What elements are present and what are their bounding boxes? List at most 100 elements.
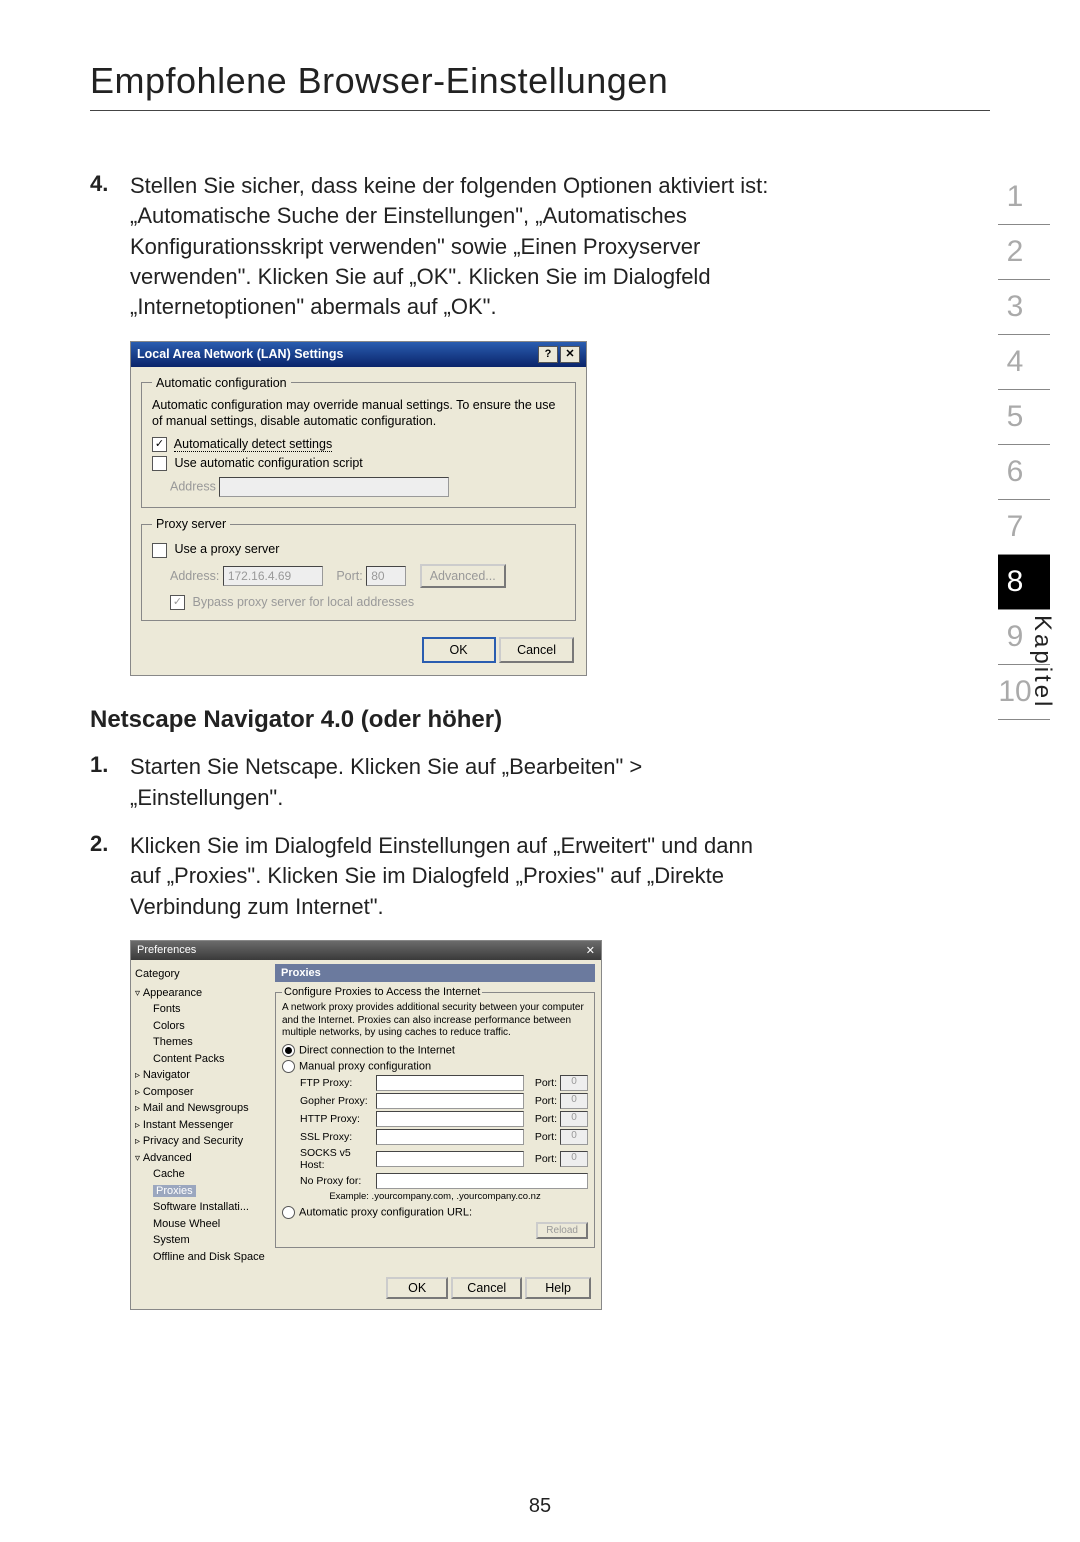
autourl-field[interactable] xyxy=(300,1222,530,1238)
cancel-button[interactable]: Cancel xyxy=(451,1277,522,1299)
close-icon[interactable]: ✕ xyxy=(586,944,595,957)
step-number: 2. xyxy=(90,831,130,922)
ok-button[interactable]: OK xyxy=(386,1277,448,1299)
ok-button[interactable]: OK xyxy=(422,637,496,663)
direct-label: Direct connection to the Internet xyxy=(299,1044,455,1056)
step-number: 1. xyxy=(90,752,130,813)
chapter-7[interactable]: 7 xyxy=(998,500,1050,555)
gopher-label: Gopher Proxy: xyxy=(300,1095,376,1107)
bypass-label: Bypass proxy server for local addresses xyxy=(192,595,414,609)
proxy-port-field: 80 xyxy=(366,566,406,586)
gopher-port[interactable]: 0 xyxy=(560,1093,588,1109)
tree-mouse[interactable]: Mouse Wheel xyxy=(135,1216,265,1233)
tree-themes[interactable]: Themes xyxy=(135,1034,265,1051)
tree-system[interactable]: System xyxy=(135,1232,265,1249)
direct-radio[interactable] xyxy=(282,1044,295,1057)
noproxy-label: No Proxy for: xyxy=(300,1175,376,1187)
tree-navigator[interactable]: Navigator xyxy=(135,1067,265,1084)
prefs-title: Preferences xyxy=(137,944,196,957)
port-label: Port: xyxy=(524,1153,560,1165)
socks-port[interactable]: 0 xyxy=(560,1151,588,1167)
chapter-8[interactable]: 8 xyxy=(998,555,1050,610)
auto-config-text: Automatic configuration may override man… xyxy=(152,397,565,430)
chapter-1[interactable]: 1 xyxy=(998,170,1050,225)
autourl-label: Automatic proxy configuration URL: xyxy=(299,1206,472,1218)
reload-button[interactable]: Reload xyxy=(536,1222,588,1239)
panel-heading: Proxies xyxy=(275,964,595,982)
tree-proxies[interactable]: Proxies xyxy=(153,1185,196,1197)
ftp-port[interactable]: 0 xyxy=(560,1075,588,1091)
netscape-heading: Netscape Navigator 4.0 (oder höher) xyxy=(90,706,990,734)
chapter-3[interactable]: 3 xyxy=(998,280,1050,335)
cancel-button[interactable]: Cancel xyxy=(499,637,574,663)
title-rule xyxy=(90,110,990,111)
advanced-button[interactable]: Advanced... xyxy=(420,564,506,588)
socks-label: SOCKS v5 Host: xyxy=(300,1147,376,1171)
tree-im[interactable]: Instant Messenger xyxy=(135,1117,265,1134)
chapter-6[interactable]: 6 xyxy=(998,445,1050,500)
prefs-titlebar: Preferences ✕ xyxy=(131,941,601,960)
tree-composer[interactable]: Composer xyxy=(135,1084,265,1101)
port-label: Port: xyxy=(524,1095,560,1107)
manual-radio[interactable] xyxy=(282,1060,295,1073)
tree-content-packs[interactable]: Content Packs xyxy=(135,1051,265,1068)
tree-cache[interactable]: Cache xyxy=(135,1166,265,1183)
proxy-addr-label: Address: xyxy=(170,569,219,583)
tree-colors[interactable]: Colors xyxy=(135,1018,265,1035)
ftp-label: FTP Proxy: xyxy=(300,1077,376,1089)
port-label: Port: xyxy=(524,1113,560,1125)
proxies-panel: Proxies Configure Proxies to Access the … xyxy=(269,960,601,1271)
use-proxy-label: Use a proxy server xyxy=(174,542,279,556)
auto-config-group: Automatic configuration Automatic config… xyxy=(141,375,576,508)
step-text: Starten Sie Netscape. Klicken Sie auf „B… xyxy=(130,752,770,813)
chapter-4[interactable]: 4 xyxy=(998,335,1050,390)
chapter-2[interactable]: 2 xyxy=(998,225,1050,280)
auto-detect-checkbox[interactable] xyxy=(152,437,167,452)
lan-titlebar: Local Area Network (LAN) Settings ? ✕ xyxy=(131,342,586,367)
autourl-radio[interactable] xyxy=(282,1206,295,1219)
http-port[interactable]: 0 xyxy=(560,1111,588,1127)
lan-dialog: Local Area Network (LAN) Settings ? ✕ Au… xyxy=(130,341,587,677)
proxy-config-group: Configure Proxies to Access the Internet… xyxy=(275,986,595,1248)
use-script-label: Use automatic configuration script xyxy=(174,456,362,470)
netscape-step-1: 1. Starten Sie Netscape. Klicken Sie auf… xyxy=(90,752,770,813)
proxy-legend: Proxy server xyxy=(152,516,230,532)
chapter-nav: 1 2 3 4 5 6 7 8 9 10 Kapitel xyxy=(970,170,1050,720)
bypass-checkbox xyxy=(170,595,185,610)
port-label: Port: xyxy=(524,1131,560,1143)
proxy-addr-field: 172.16.4.69 xyxy=(223,566,323,586)
gopher-field[interactable] xyxy=(376,1093,524,1109)
step-text: Klicken Sie im Dialogfeld Einstellungen … xyxy=(130,831,770,922)
close-icon[interactable]: ✕ xyxy=(560,346,580,363)
tree-privacy[interactable]: Privacy and Security xyxy=(135,1133,265,1150)
chapter-5[interactable]: 5 xyxy=(998,390,1050,445)
ftp-field[interactable] xyxy=(376,1075,524,1091)
use-script-checkbox[interactable] xyxy=(152,456,167,471)
category-tree: Category Appearance Fonts Colors Themes … xyxy=(131,960,269,1271)
page-number: 85 xyxy=(0,1495,1080,1518)
step-4: 4. Stellen Sie sicher, dass keine der fo… xyxy=(90,171,770,323)
address-field xyxy=(219,477,449,497)
port-label: Port: xyxy=(524,1077,560,1089)
use-proxy-checkbox[interactable] xyxy=(152,543,167,558)
proxy-port-label: Port: xyxy=(336,569,362,583)
tree-fonts[interactable]: Fonts xyxy=(135,1001,265,1018)
ssl-label: SSL Proxy: xyxy=(300,1131,376,1143)
tree-appearance[interactable]: Appearance xyxy=(135,985,265,1002)
example-text: Example: .yourcompany.com, .yourcompany.… xyxy=(282,1191,588,1202)
help-button[interactable]: Help xyxy=(525,1277,591,1299)
chapter-label: Kapitel xyxy=(1028,615,1056,709)
tree-mail[interactable]: Mail and Newsgroups xyxy=(135,1100,265,1117)
help-button[interactable]: ? xyxy=(538,346,558,363)
noproxy-field[interactable] xyxy=(376,1173,588,1189)
socks-field[interactable] xyxy=(376,1151,524,1167)
address-label: Address xyxy=(170,479,216,493)
http-label: HTTP Proxy: xyxy=(300,1113,376,1125)
ssl-field[interactable] xyxy=(376,1129,524,1145)
tree-software[interactable]: Software Installati... xyxy=(135,1199,265,1216)
http-field[interactable] xyxy=(376,1111,524,1127)
tree-offline[interactable]: Offline and Disk Space xyxy=(135,1249,265,1266)
lan-title: Local Area Network (LAN) Settings xyxy=(137,346,344,362)
tree-advanced[interactable]: Advanced xyxy=(135,1150,265,1167)
ssl-port[interactable]: 0 xyxy=(560,1129,588,1145)
